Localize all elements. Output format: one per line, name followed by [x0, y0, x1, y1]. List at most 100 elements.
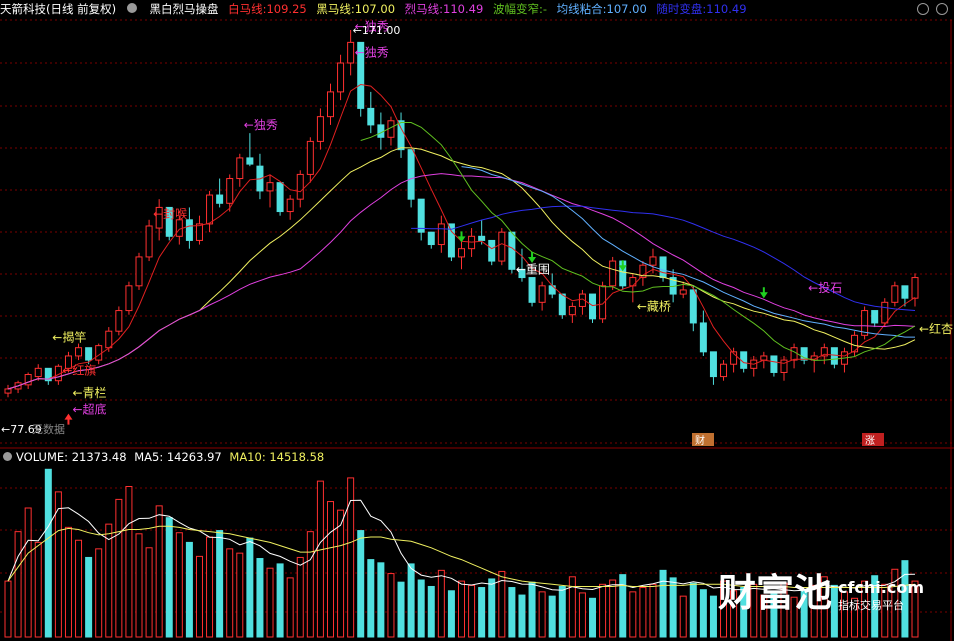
- volume-bar: [226, 548, 234, 638]
- candle-body: [891, 285, 899, 303]
- volume-bar: [458, 580, 465, 638]
- volume-bar: [377, 562, 385, 638]
- candle-body: [649, 256, 657, 266]
- volume-bar: [296, 556, 304, 638]
- signal-fenghou: ←封喉: [153, 207, 187, 221]
- candle-body: [266, 182, 274, 192]
- volume-bar: [709, 595, 717, 638]
- candle-body: [770, 355, 778, 373]
- volume-bar: [95, 548, 103, 638]
- candle-body: [185, 219, 193, 241]
- vol-ma5-label: MA5:: [134, 450, 164, 464]
- volume-bar: [437, 569, 445, 638]
- candle-body: [659, 256, 667, 279]
- candle-body: [145, 225, 153, 258]
- watermark: 财富池 cfchi.com 指标交易平台: [718, 573, 924, 613]
- volume-bar: [468, 584, 476, 638]
- volume-bar: [44, 468, 52, 638]
- volume-value: 21373.48: [71, 450, 127, 464]
- candle-body: [377, 124, 385, 138]
- candle-body: [135, 256, 143, 287]
- volume-bar: [316, 480, 324, 638]
- volume-bar: [34, 541, 42, 638]
- volume-bar: [135, 533, 143, 638]
- volume-bar: [85, 556, 93, 638]
- volume-bar: [488, 578, 496, 638]
- volume-bar: [599, 583, 607, 638]
- volume-settings-icon[interactable]: [3, 452, 12, 461]
- sell-arrow-4: [759, 287, 768, 299]
- candle-body: [427, 231, 435, 246]
- candle-body: [699, 322, 707, 353]
- volume-bar: [578, 592, 586, 638]
- signal-qinglan: ←青栏: [72, 385, 106, 400]
- candle-body: [417, 198, 425, 233]
- volume-bar: [115, 498, 123, 638]
- volume-bar: [4, 580, 12, 638]
- candle-body: [246, 157, 254, 165]
- volume-bar: [125, 486, 133, 638]
- candle-body: [881, 301, 889, 324]
- no-data-label: 无数据: [32, 422, 65, 436]
- watermark-url: cfchi.com: [837, 578, 924, 597]
- candle-body: [830, 347, 838, 365]
- volume-bar: [155, 505, 163, 638]
- candle-body: [95, 345, 103, 361]
- candle-body: [115, 310, 123, 332]
- candle-body: [538, 285, 546, 303]
- price-chart[interactable]: ←独秀←独秀←独秀←封喉←揭竿←红旗←青栏←超底←重围←藏桥←投石←投石←红杏←…: [0, 0, 954, 641]
- volume-bar: [367, 559, 375, 638]
- volume-bar: [689, 582, 697, 638]
- candle-body: [498, 231, 506, 262]
- signal-hongxing: ←红杏: [919, 321, 953, 336]
- candle-body: [105, 330, 113, 349]
- candle-body: [306, 140, 314, 175]
- candle-body: [347, 41, 355, 64]
- volume-bar: [407, 563, 415, 638]
- candle-body: [508, 231, 516, 270]
- buy-arrow-1: [64, 413, 73, 425]
- candle-body: [85, 347, 93, 361]
- volume-bar: [669, 577, 677, 638]
- candle-body: [437, 223, 445, 246]
- volume-bar: [14, 531, 22, 638]
- candle-body: [780, 359, 788, 373]
- candle-body: [679, 289, 687, 295]
- candle-body: [558, 293, 566, 316]
- candle-body: [911, 277, 919, 299]
- candle-body: [589, 293, 597, 320]
- signal-chongwei: ←重围: [516, 262, 550, 276]
- vol-ma10-label: MA10:: [229, 450, 266, 464]
- candle-body: [276, 182, 284, 213]
- candle-body: [34, 367, 42, 378]
- volume-bar: [75, 539, 83, 638]
- volume-bar: [175, 532, 183, 638]
- candle-body: [790, 347, 798, 361]
- ma-line-magenta: [7, 173, 916, 390]
- candle-body: [316, 116, 324, 142]
- volume-bar: [528, 581, 536, 638]
- candle-body: [871, 310, 879, 324]
- volume-bar: [427, 585, 435, 638]
- candle-body: [629, 277, 637, 287]
- volume-bar: [447, 590, 455, 638]
- candle-body: [4, 388, 12, 394]
- candle-body: [720, 363, 728, 378]
- signal-duxiu-2: ←独秀: [355, 45, 389, 59]
- candle-body: [407, 149, 415, 200]
- volume-bar: [276, 563, 284, 638]
- volume-bar: [216, 530, 224, 638]
- candle-body: [528, 277, 536, 303]
- volume-bar: [538, 591, 546, 638]
- volume-bar: [619, 574, 627, 638]
- candle-body: [175, 219, 183, 237]
- volume-bar: [357, 530, 365, 638]
- candle-body: [760, 355, 768, 361]
- volume-bar: [609, 579, 617, 638]
- candle-body: [709, 351, 717, 378]
- candle-body: [458, 248, 465, 258]
- volume-bar: [54, 491, 62, 638]
- candle-body: [478, 235, 486, 241]
- candle-body: [125, 285, 133, 312]
- volume-bar: [629, 591, 637, 638]
